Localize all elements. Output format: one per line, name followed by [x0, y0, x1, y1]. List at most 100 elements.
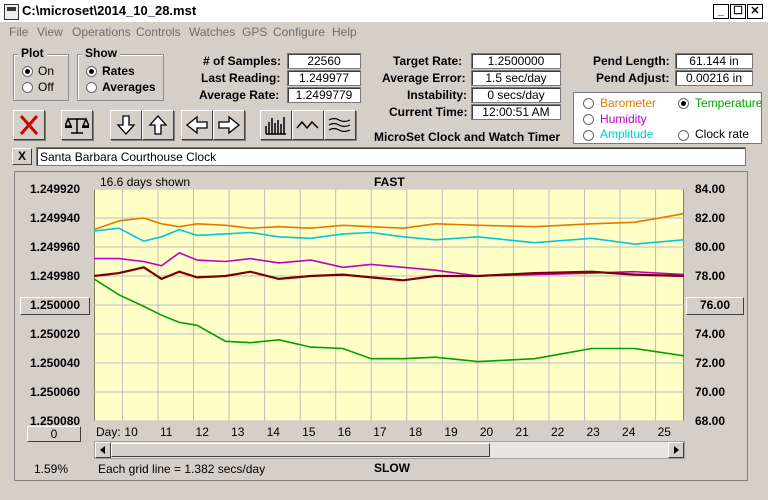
- fast-label: FAST: [374, 175, 405, 189]
- left-tick-label: 1.249960: [30, 240, 81, 254]
- menu-watches[interactable]: Watches: [189, 25, 235, 39]
- temperature-radio[interactable]: [678, 98, 689, 109]
- histogram-button[interactable]: [260, 110, 292, 140]
- title-bar: C:\microset\2014_10_28.mst _ ☐ ✕: [0, 0, 768, 23]
- balance-button[interactable]: [61, 110, 93, 140]
- barometer-label[interactable]: Barometer: [600, 96, 656, 110]
- plot-off-label[interactable]: Off: [38, 80, 54, 94]
- scroll-thumb[interactable]: [111, 443, 490, 457]
- right-tick-label: 84.00: [695, 182, 726, 196]
- menu-help[interactable]: Help: [332, 25, 357, 39]
- plot-off-radio[interactable]: [22, 82, 33, 93]
- x-tick-label: 20: [479, 425, 494, 439]
- plot-on-radio[interactable]: [22, 66, 33, 77]
- span-note: 16.6 days shown: [100, 175, 191, 189]
- menu-file[interactable]: File: [9, 25, 28, 39]
- close-x-icon: [19, 115, 39, 135]
- right-tick-label: 72.00: [695, 356, 726, 370]
- window-title: C:\microset\2014_10_28.mst: [22, 3, 197, 18]
- clock-rate-label[interactable]: Clock rate: [695, 127, 749, 141]
- clock-rate-radio[interactable]: [678, 130, 689, 141]
- menu-view[interactable]: View: [37, 25, 63, 39]
- menu-operations[interactable]: Operations: [72, 25, 131, 39]
- arrow-up-button[interactable]: [142, 110, 174, 140]
- x-axis-prefix: Day:: [96, 425, 121, 439]
- average-error-label: Average Error:: [382, 71, 466, 85]
- humidity-label[interactable]: Humidity: [600, 112, 647, 126]
- amplitude-label[interactable]: Amplitude: [600, 127, 653, 141]
- x-tick-label: 12: [195, 425, 209, 439]
- scroll-left-button[interactable]: [95, 442, 111, 458]
- temperature-label[interactable]: Temperature: [695, 96, 762, 110]
- plot-on-label[interactable]: On: [38, 64, 54, 78]
- current-time-value: 12:00:51 AM: [471, 104, 561, 120]
- menu-bar: File View Operations Controls Watches GP…: [0, 22, 768, 42]
- grid-note: Each grid line = 1.382 secs/day: [98, 462, 266, 476]
- app-name: MicroSet Clock and Watch Timer: [374, 130, 561, 144]
- left-center-button[interactable]: 1.250000: [20, 297, 90, 315]
- minimize-button[interactable]: _: [713, 4, 729, 19]
- pend-length-value: 61.144 in: [675, 53, 753, 69]
- show-averages-radio[interactable]: [86, 82, 97, 93]
- show-rates-radio[interactable]: [86, 66, 97, 77]
- app-icon: [4, 4, 19, 20]
- balance-scale-icon: [65, 117, 89, 134]
- show-rates-label[interactable]: Rates: [102, 64, 135, 78]
- left-tick-label: 1.249920: [30, 182, 81, 196]
- zero-button[interactable]: 0: [27, 426, 81, 442]
- samples-label: # of Samples:: [203, 54, 282, 68]
- average-error-value: 1.5 sec/day: [471, 70, 561, 86]
- arrow-right-button[interactable]: [213, 110, 245, 140]
- close-button[interactable]: ✕: [747, 4, 763, 19]
- arrow-left-button[interactable]: [181, 110, 213, 140]
- samples-value: 22560: [287, 53, 361, 69]
- arrow-left-icon: [185, 115, 208, 135]
- right-tick-label: 82.00: [695, 211, 726, 225]
- show-group-label: Show: [82, 46, 120, 60]
- percent-readout: 1.59%: [34, 462, 69, 476]
- x-tick-label: 21: [515, 425, 529, 439]
- plot-area[interactable]: [94, 189, 684, 421]
- menu-gps[interactable]: GPS: [242, 25, 267, 39]
- horizontal-scrollbar[interactable]: [94, 441, 685, 459]
- left-tick-label: 1.249980: [30, 269, 81, 283]
- last-reading-value: 1.249977: [287, 70, 361, 86]
- pend-adjust-value: 0.00216 in: [675, 70, 753, 86]
- wave-icon: [296, 120, 319, 130]
- x-tick-label: 23: [586, 425, 600, 439]
- right-tick-label: 70.00: [695, 385, 726, 399]
- x-tick-label: 19: [444, 425, 458, 439]
- average-rate-value: 1.2499779: [287, 87, 361, 103]
- right-center-button[interactable]: 76.00: [686, 297, 744, 315]
- x-tick-label: 22: [550, 425, 565, 439]
- last-reading-label: Last Reading:: [201, 71, 281, 85]
- average-rate-label: Average Rate:: [199, 88, 280, 102]
- description-text: Santa Barbara Courthouse Clock: [40, 150, 217, 164]
- barometer-radio[interactable]: [583, 98, 594, 109]
- arrow-down-button[interactable]: [110, 110, 142, 140]
- pend-length-label: Pend Length:: [593, 54, 670, 68]
- stop-button[interactable]: [13, 110, 45, 140]
- description-field[interactable]: Santa Barbara Courthouse Clock: [36, 147, 746, 166]
- x-tick-label: 24: [622, 425, 636, 439]
- amplitude-radio[interactable]: [583, 130, 594, 141]
- arrow-down-icon: [116, 115, 136, 135]
- instability-value: 0 secs/day: [471, 87, 561, 103]
- right-tick-label: 68.00: [695, 414, 726, 428]
- maximize-button[interactable]: ☐: [730, 4, 746, 19]
- multi-wave-button[interactable]: [324, 110, 356, 140]
- x-tick-label: 11: [159, 425, 173, 439]
- arrow-up-icon: [148, 115, 168, 135]
- description-clear-button[interactable]: X: [12, 148, 32, 165]
- right-tick-label: 80.00: [695, 240, 726, 254]
- right-tick-label: 78.00: [695, 269, 726, 283]
- menu-configure[interactable]: Configure: [273, 25, 325, 39]
- arrow-right-icon: [218, 115, 241, 135]
- x-tick-label: 16: [337, 425, 352, 439]
- wave-button[interactable]: [292, 110, 324, 140]
- show-averages-label[interactable]: Averages: [102, 80, 156, 94]
- humidity-radio[interactable]: [583, 114, 594, 125]
- menu-controls[interactable]: Controls: [136, 25, 181, 39]
- scroll-left-icon: [100, 446, 105, 454]
- scroll-right-button[interactable]: [668, 442, 684, 458]
